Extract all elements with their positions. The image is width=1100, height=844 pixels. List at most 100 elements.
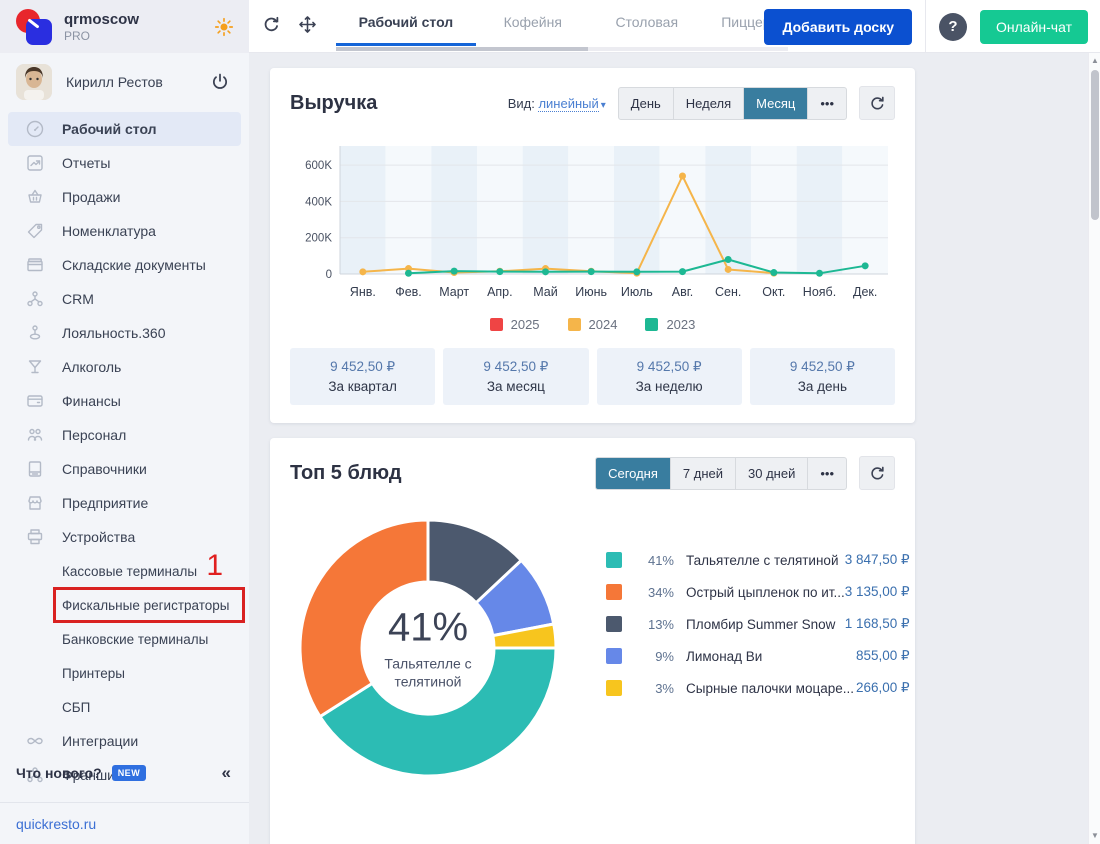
top5-legend-row[interactable]: 41%Тальятелле с телятиной3 847,50 ₽ — [606, 544, 910, 576]
sidebar-item[interactable]: Алкоголь — [8, 350, 241, 384]
top5-more-button[interactable]: ••• — [808, 458, 846, 489]
sidebar-item[interactable]: Персонал — [8, 418, 241, 452]
top5-legend-swatch — [606, 552, 622, 568]
whats-new-link[interactable]: Что нового? — [16, 765, 102, 781]
sidebar-item[interactable]: Отчеты — [8, 146, 241, 180]
sidebar: Кирилл Рестов Рабочий стол Отчеты Продажи Н… — [0, 53, 249, 844]
top5-legend-pct: 13% — [636, 617, 674, 632]
view-label: Вид: — [508, 96, 535, 111]
legend-item-2024[interactable]: 2024 — [568, 317, 618, 332]
view-selector: Вид: линейный▾ — [508, 96, 606, 111]
stat-label: За неделю — [636, 379, 703, 394]
svg-text:Сен.: Сен. — [715, 285, 741, 299]
online-chat-button[interactable]: Онлайн-чат — [980, 10, 1088, 44]
top5-card-title: Топ 5 блюд — [290, 462, 402, 485]
warehouse-icon — [25, 255, 45, 275]
theme-toggle-sun-icon[interactable] — [213, 16, 235, 38]
legend-item-2025[interactable]: 2025 — [490, 317, 540, 332]
help-button[interactable]: ? — [939, 13, 967, 41]
tab-2[interactable]: Кофейня — [476, 0, 590, 46]
sidebar-item[interactable]: Финансы — [8, 384, 241, 418]
sidebar-item-label: Номенклатура — [62, 223, 156, 239]
sidebar-item[interactable]: Номенклатура — [8, 214, 241, 248]
tabs-scrollbar[interactable] — [336, 47, 788, 51]
svg-text:Нояб.: Нояб. — [803, 285, 836, 299]
finance-icon — [25, 391, 45, 411]
revenue-line-chart: 0200K400K600KЯнв.Фев.МартАпр.МайИюньИюль… — [290, 134, 895, 306]
tab-3[interactable]: Столовая — [590, 0, 704, 46]
staff-icon — [25, 425, 45, 445]
legend-label: 2023 — [666, 317, 695, 332]
sales-icon — [25, 187, 45, 207]
revenue-more-button[interactable]: ••• — [808, 88, 846, 119]
sidebar-item[interactable]: Фискальные регистраторы — [8, 588, 241, 622]
view-value-dropdown[interactable]: линейный — [538, 96, 598, 112]
user-name: Кирилл Рестов — [66, 74, 209, 90]
top5-legend-name: Тальятелле с телятиной — [686, 553, 845, 568]
sidebar-item-label: Интеграции — [62, 733, 138, 749]
scroll-up-arrow[interactable]: ▲ — [1089, 55, 1100, 67]
sidebar-item-label: Финансы — [62, 393, 121, 409]
top5-legend-price: 1 168,50 ₽ — [845, 616, 910, 632]
top5-legend-row[interactable]: 34%Острый цыпленок по ит...3 135,00 ₽ — [606, 576, 910, 608]
vertical-scrollbar[interactable]: ▲ ▼ — [1088, 53, 1100, 844]
devices-icon — [25, 527, 45, 547]
refresh-boards-icon[interactable] — [260, 13, 282, 35]
top5-legend-price: 266,00 ₽ — [856, 680, 910, 696]
legend-item-2023[interactable]: 2023 — [645, 317, 695, 332]
scrollbar-thumb[interactable] — [1091, 70, 1099, 220]
revenue-range-2[interactable]: Неделя — [674, 88, 744, 119]
donut-center-label: 41% Тальятелле с телятиной — [363, 605, 493, 690]
enterprise-icon — [25, 493, 45, 513]
add-board-button[interactable]: Добавить доску — [764, 9, 912, 45]
svg-text:Май: Май — [533, 285, 558, 299]
svg-text:Июнь: Июнь — [575, 285, 607, 299]
sidebar-item[interactable]: Складские документы — [8, 248, 241, 282]
svg-text:Янв.: Янв. — [350, 285, 376, 299]
tab-1[interactable]: Рабочий стол — [336, 0, 476, 46]
sidebar-item[interactable]: Предприятие — [8, 486, 241, 520]
top5-range-2[interactable]: 7 дней — [671, 458, 736, 489]
revenue-refresh-button[interactable] — [859, 86, 895, 120]
top5-refresh-button[interactable] — [859, 456, 895, 490]
sidebar-item-label: Отчеты — [62, 155, 110, 171]
sidebar-item[interactable]: Принтеры — [8, 656, 241, 690]
user-row: Кирилл Рестов — [0, 60, 249, 104]
sidebar-item[interactable]: Банковские терминалы — [8, 622, 241, 656]
legend-swatch — [490, 318, 503, 331]
collapse-sidebar-icon[interactable]: « — [222, 763, 231, 783]
revenue-range-3[interactable]: Месяц — [744, 88, 808, 119]
revenue-stats-row: 9 452,50 ₽За квартал9 452,50 ₽За месяц9 … — [290, 348, 895, 405]
site-link[interactable]: quickresto.ru — [16, 816, 96, 832]
donut-center-value: 41% — [363, 605, 493, 650]
sidebar-item-label: Складские документы — [62, 257, 206, 273]
scroll-down-arrow[interactable]: ▼ — [1089, 830, 1100, 842]
logout-power-icon[interactable] — [209, 71, 231, 93]
top5-legend: 41%Тальятелле с телятиной3 847,50 ₽34%Ос… — [606, 544, 910, 784]
sidebar-item-label: CRM — [62, 291, 94, 307]
top5-range-1[interactable]: Сегодня — [596, 458, 671, 489]
stat-value: 9 452,50 ₽ — [790, 359, 855, 375]
top5-legend-row[interactable]: 13%Пломбир Summer Snow1 168,50 ₽ — [606, 608, 910, 640]
top5-legend-swatch — [606, 584, 622, 600]
sidebar-item[interactable]: СБП — [8, 690, 241, 724]
sidebar-item[interactable]: Продажи — [8, 180, 241, 214]
revenue-range-1[interactable]: День — [619, 88, 674, 119]
top5-range-3[interactable]: 30 дней — [736, 458, 808, 489]
sidebar-item-label: Банковские терминалы — [62, 632, 208, 647]
sidebar-item-label: Персонал — [62, 427, 126, 443]
header-divider — [925, 0, 926, 53]
sidebar-item[interactable]: Справочники — [8, 452, 241, 486]
crm-icon — [25, 289, 45, 309]
move-board-icon[interactable] — [296, 13, 318, 35]
sidebar-item[interactable]: CRM — [8, 282, 241, 316]
top5-legend-row[interactable]: 9%Лимонад Ви855,00 ₽ — [606, 640, 910, 672]
top5-legend-row[interactable]: 3%Сырные палочки моцаре...266,00 ₽ — [606, 672, 910, 704]
stat-label: За квартал — [328, 379, 396, 394]
tabs-scrollbar-thumb[interactable] — [336, 47, 588, 51]
sidebar-item[interactable]: Кассовые терминалы1 — [8, 554, 241, 588]
sidebar-item[interactable]: Рабочий стол — [8, 112, 241, 146]
sidebar-item[interactable]: Лояльность.360 — [8, 316, 241, 350]
avatar[interactable] — [16, 64, 52, 100]
sidebar-item[interactable]: Интеграции — [8, 724, 241, 758]
